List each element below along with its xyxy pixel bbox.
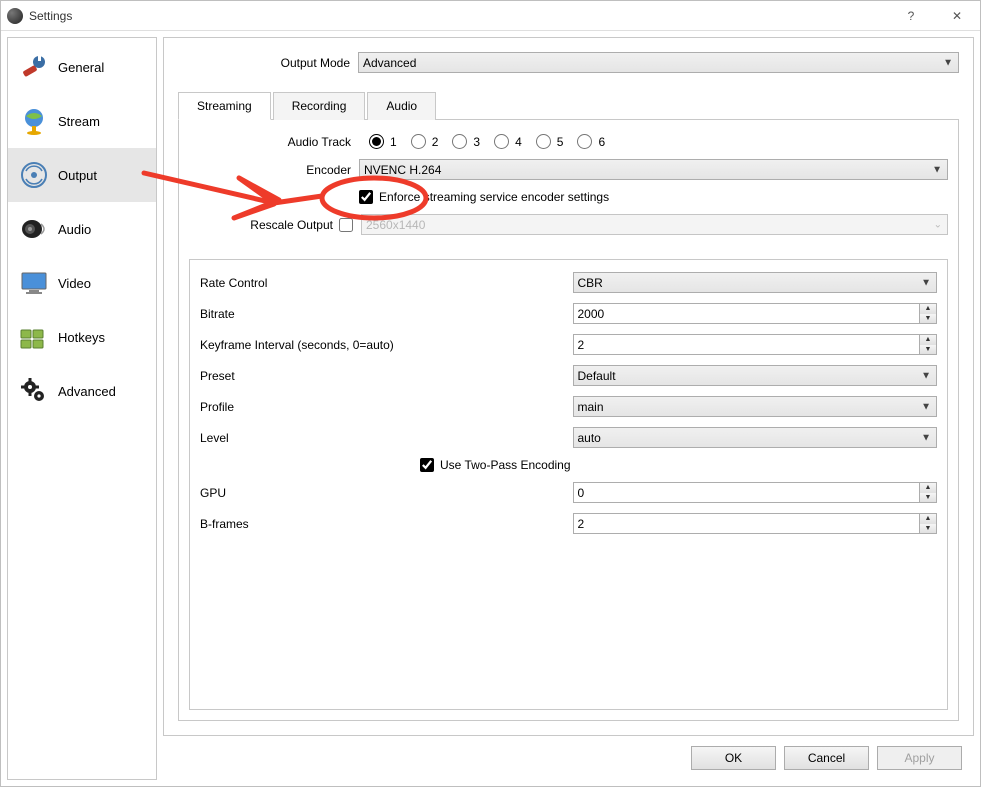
bframes-input[interactable] xyxy=(573,513,921,534)
speaker-icon xyxy=(18,213,50,245)
encoder-select[interactable]: NVENC H.264 xyxy=(359,159,948,180)
sidebar-item-advanced[interactable]: Advanced xyxy=(8,364,156,418)
ok-button[interactable]: OK xyxy=(691,746,776,770)
broadcast-icon xyxy=(18,159,50,191)
level-select[interactable]: auto xyxy=(573,427,938,448)
settings-sidebar: General Stream Output Audio Video xyxy=(7,37,157,780)
bframes-spinner[interactable]: ▲▼ xyxy=(920,513,937,534)
sidebar-item-stream[interactable]: Stream xyxy=(8,94,156,148)
audio-track-3[interactable] xyxy=(452,134,467,149)
bframes-label: B-frames xyxy=(200,517,573,531)
sidebar-item-label: Stream xyxy=(58,114,100,129)
audio-track-6[interactable] xyxy=(577,134,592,149)
keyframe-spinner[interactable]: ▲▼ xyxy=(920,334,937,355)
app-icon xyxy=(7,8,23,24)
sidebar-item-label: Audio xyxy=(58,222,91,237)
audio-track-4[interactable] xyxy=(494,134,509,149)
keyboard-icon xyxy=(18,321,50,353)
output-tabs: Streaming Recording Audio xyxy=(178,91,959,120)
audio-track-2[interactable] xyxy=(411,134,426,149)
bitrate-spinner[interactable]: ▲▼ xyxy=(920,303,937,324)
cancel-button[interactable]: Cancel xyxy=(784,746,869,770)
tab-recording[interactable]: Recording xyxy=(273,92,366,120)
encoder-settings-group: Rate Control CBR▼ Bitrate ▲▼ Keyframe In… xyxy=(189,259,948,710)
audio-track-label: Audio Track xyxy=(189,135,359,149)
dialog-footer: OK Cancel Apply xyxy=(163,736,974,780)
sidebar-item-label: Advanced xyxy=(58,384,116,399)
sidebar-item-label: Output xyxy=(58,168,97,183)
gpu-label: GPU xyxy=(200,486,573,500)
tab-streaming[interactable]: Streaming xyxy=(178,92,271,120)
rescale-select: 2560x1440 xyxy=(361,214,948,235)
sidebar-item-general[interactable]: General xyxy=(8,40,156,94)
rescale-label: Rescale Output xyxy=(189,218,341,232)
titlebar: Settings ? ✕ xyxy=(1,1,980,31)
sidebar-item-output[interactable]: Output xyxy=(8,148,156,202)
keyframe-label: Keyframe Interval (seconds, 0=auto) xyxy=(200,338,573,352)
gears-icon xyxy=(18,375,50,407)
help-button[interactable]: ? xyxy=(888,1,934,31)
tab-audio[interactable]: Audio xyxy=(367,92,436,120)
sidebar-item-video[interactable]: Video xyxy=(8,256,156,310)
level-label: Level xyxy=(200,431,573,445)
sidebar-item-label: Video xyxy=(58,276,91,291)
bitrate-label: Bitrate xyxy=(200,307,573,321)
twopass-checkbox-input[interactable] xyxy=(420,458,434,472)
twopass-checkbox[interactable]: Use Two-Pass Encoding xyxy=(420,458,571,472)
preset-select[interactable]: Default xyxy=(573,365,938,386)
globe-icon xyxy=(18,105,50,137)
sidebar-item-audio[interactable]: Audio xyxy=(8,202,156,256)
rescale-checkbox[interactable] xyxy=(339,218,353,232)
sidebar-item-label: Hotkeys xyxy=(58,330,105,345)
audio-track-1[interactable] xyxy=(369,134,384,149)
sidebar-item-label: General xyxy=(58,60,104,75)
keyframe-input[interactable] xyxy=(573,334,921,355)
monitor-icon xyxy=(18,267,50,299)
enforce-checkbox[interactable]: Enforce streaming service encoder settin… xyxy=(359,190,609,204)
window-title: Settings xyxy=(29,9,72,23)
audio-track-group: 1 2 3 4 5 6 xyxy=(369,134,613,149)
audio-track-5[interactable] xyxy=(536,134,551,149)
profile-label: Profile xyxy=(200,400,573,414)
sidebar-item-hotkeys[interactable]: Hotkeys xyxy=(8,310,156,364)
encoder-label: Encoder xyxy=(189,163,359,177)
close-button[interactable]: ✕ xyxy=(934,1,980,31)
rate-control-select[interactable]: CBR xyxy=(573,272,938,293)
gpu-spinner[interactable]: ▲▼ xyxy=(920,482,937,503)
profile-select[interactable]: main xyxy=(573,396,938,417)
gpu-input[interactable] xyxy=(573,482,921,503)
wrench-icon xyxy=(18,51,50,83)
apply-button: Apply xyxy=(877,746,962,770)
preset-label: Preset xyxy=(200,369,573,383)
bitrate-input[interactable] xyxy=(573,303,921,324)
output-mode-label: Output Mode xyxy=(188,56,358,70)
enforce-checkbox-input[interactable] xyxy=(359,190,373,204)
output-mode-select[interactable]: Advanced xyxy=(358,52,959,73)
rate-control-label: Rate Control xyxy=(200,276,573,290)
